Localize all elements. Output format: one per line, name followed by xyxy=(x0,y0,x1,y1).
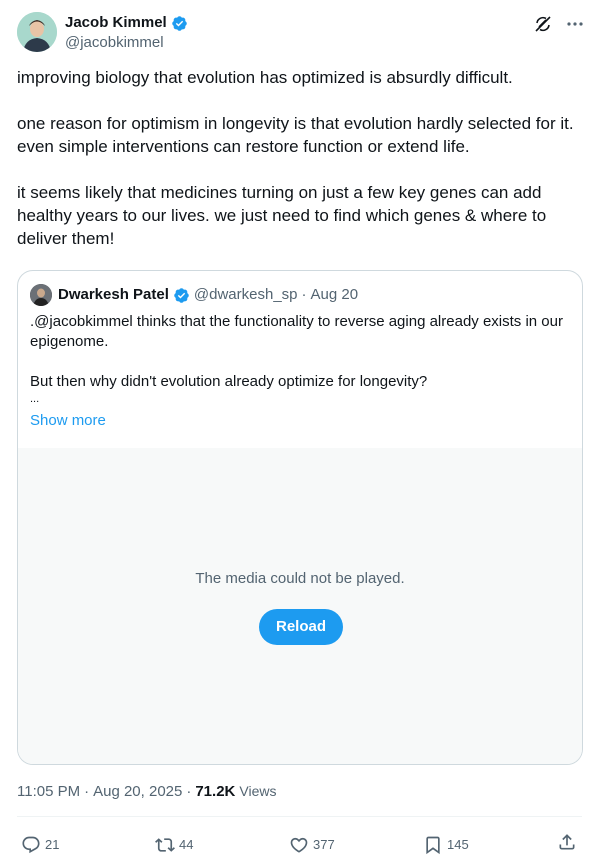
like-icon xyxy=(290,837,308,853)
reply-icon xyxy=(22,836,40,854)
author-name[interactable]: Jacob Kimmel xyxy=(65,14,167,32)
tweet-date[interactable]: Aug 20, 2025 xyxy=(93,782,182,802)
quoted-ellipsis: ... xyxy=(30,393,40,405)
verified-badge-icon[interactable] xyxy=(173,287,190,304)
bookmark-button[interactable]: 145 xyxy=(423,832,469,858)
tweet-header: Jacob Kimmel @jacobkimmel xyxy=(17,12,585,54)
repost-button[interactable]: 44 xyxy=(155,832,193,858)
author-handle[interactable]: @jacobkimmel xyxy=(65,34,164,52)
tweet-time[interactable]: 11:05 PM xyxy=(17,782,80,802)
like-count: 377 xyxy=(313,837,335,852)
views-count[interactable]: 71.2K xyxy=(195,782,235,802)
tweet-text: improving biology that evolution has opt… xyxy=(17,66,583,250)
quoted-line: .@jacobkimmel thinks that the functional… xyxy=(30,313,563,350)
bookmark-count: 145 xyxy=(447,837,469,852)
views-label: Views xyxy=(239,783,277,799)
share-button[interactable] xyxy=(557,832,577,852)
quoted-date[interactable]: Aug 20 xyxy=(311,285,359,305)
separator: · xyxy=(301,286,307,303)
separator: · xyxy=(84,783,90,800)
divider xyxy=(17,816,582,817)
tweet-paragraph: improving biology that evolution has opt… xyxy=(17,68,513,87)
tweet-meta: 11:05 PM · Aug 20, 2025 · 71.2K Views xyxy=(17,781,276,802)
quoted-avatar[interactable] xyxy=(30,284,52,306)
reload-button[interactable]: Reload xyxy=(259,609,343,645)
separator: · xyxy=(186,783,192,800)
quoted-author-name[interactable]: Dwarkesh Patel xyxy=(58,285,169,305)
show-more-link[interactable]: Show more xyxy=(30,411,106,431)
quoted-text: .@jacobkimmel thinks that the functional… xyxy=(30,312,570,406)
grok-icon[interactable] xyxy=(533,14,553,34)
author-name-row[interactable]: Jacob Kimmel xyxy=(65,14,188,32)
tweet-paragraph: one reason for optimism in longevity is … xyxy=(17,114,574,156)
reply-button[interactable]: 21 xyxy=(21,832,59,858)
more-icon[interactable] xyxy=(565,14,585,34)
action-bar: 21 44 377 145 xyxy=(17,832,583,858)
verified-badge-icon[interactable] xyxy=(171,15,188,32)
quoted-tweet-header: Dwarkesh Patel @dwarkesh_sp · Aug 20 xyxy=(30,284,358,306)
repost-count: 44 xyxy=(179,837,194,852)
share-icon xyxy=(559,834,575,850)
repost-icon xyxy=(155,838,175,852)
media-player[interactable]: The media could not be played. Reload xyxy=(18,448,582,764)
bookmark-icon xyxy=(426,836,440,855)
reply-count: 21 xyxy=(45,837,60,852)
like-button[interactable]: 377 xyxy=(289,832,335,858)
quoted-author-handle[interactable]: @dwarkesh_sp xyxy=(194,285,298,305)
media-error-message: The media could not be played. xyxy=(195,570,405,587)
quoted-line: But then why didn't evolution already op… xyxy=(30,373,428,390)
tweet-paragraph: it seems likely that medicines turning o… xyxy=(17,183,547,248)
quoted-tweet[interactable]: Dwarkesh Patel @dwarkesh_sp · Aug 20 .@j… xyxy=(17,270,583,765)
avatar[interactable] xyxy=(17,12,57,52)
